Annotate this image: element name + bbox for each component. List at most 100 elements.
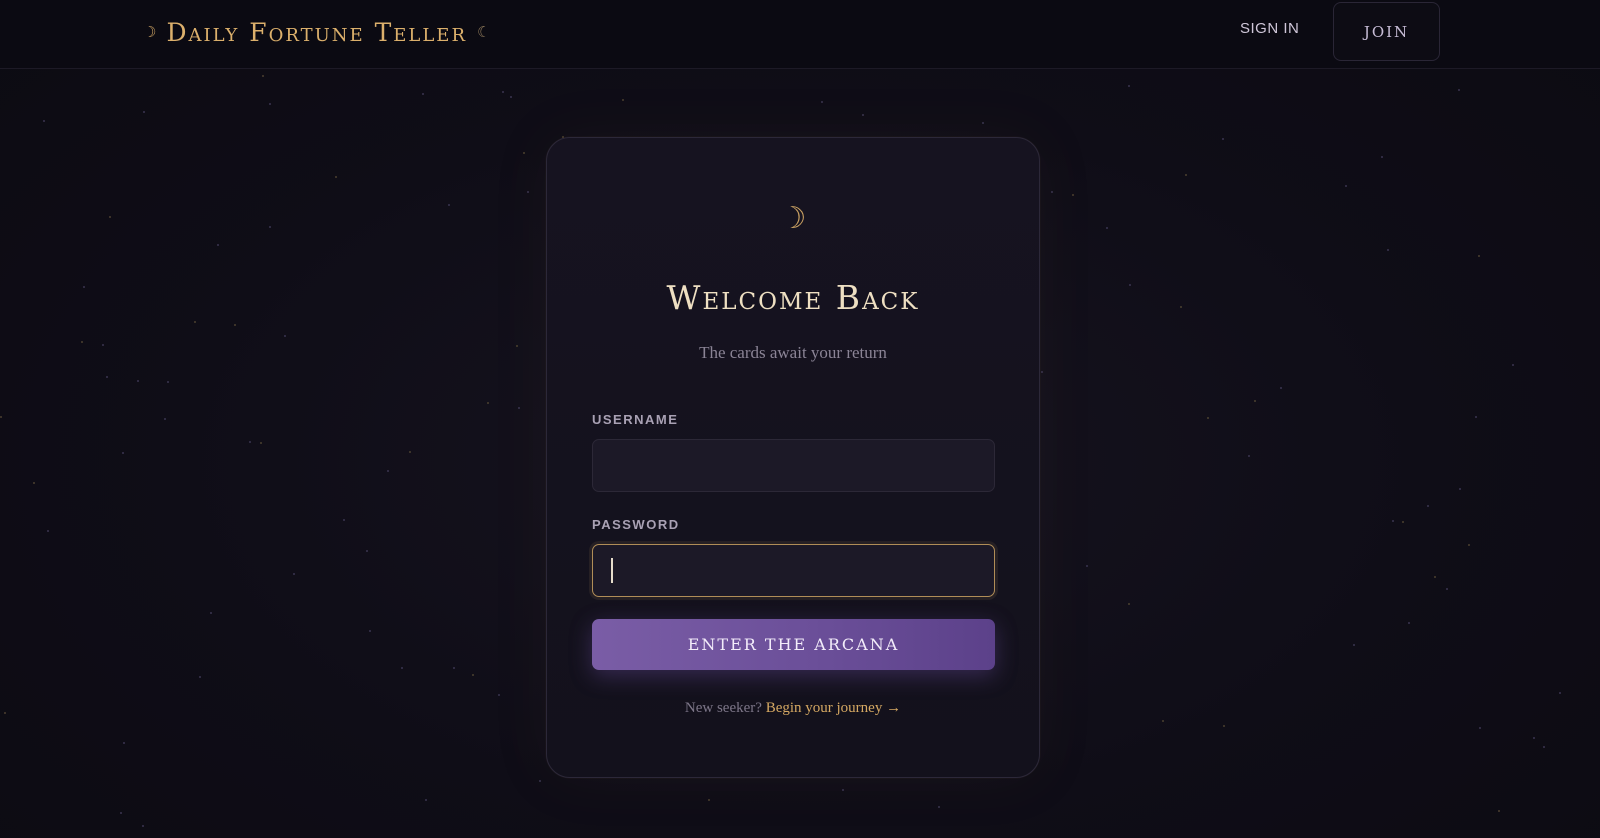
password-input[interactable] <box>592 544 995 597</box>
star-dot <box>1041 371 1043 373</box>
star-dot <box>422 93 424 95</box>
star-dot <box>1475 416 1477 418</box>
brand-logo[interactable]: ☽ Daily Fortune Teller ☾ <box>143 14 490 50</box>
nav-sign-in-link[interactable]: SIGN IN <box>1240 20 1299 44</box>
star-dot <box>81 341 83 343</box>
star-dot <box>425 799 427 801</box>
star-dot <box>1345 185 1347 187</box>
star-dot <box>4 712 6 714</box>
star-dot <box>1051 191 1053 193</box>
star-dot <box>516 345 518 347</box>
star-dot <box>33 482 35 484</box>
signup-prompt-text: New seeker? <box>684 700 762 716</box>
star-dot <box>1468 544 1470 546</box>
star-dot <box>982 122 984 124</box>
star-dot <box>1106 227 1108 229</box>
page-title: Welcome Back <box>666 278 920 317</box>
star-dot <box>293 573 295 575</box>
star-dot <box>1446 588 1448 590</box>
star-dot <box>1427 505 1429 507</box>
username-input[interactable] <box>592 439 995 492</box>
star-dot <box>842 789 844 791</box>
star-dot <box>1180 306 1182 308</box>
star-dot <box>821 101 823 103</box>
star-dot <box>1207 417 1209 419</box>
submit-button[interactable]: ENTER THE ARCANA <box>592 619 995 670</box>
star-dot <box>1128 603 1130 605</box>
nav-join-button[interactable]: JOIN <box>1333 2 1440 61</box>
star-dot <box>102 344 104 346</box>
crescent-moon-icon: ☾ <box>477 23 491 41</box>
star-dot <box>487 402 489 404</box>
star-dot <box>938 806 940 808</box>
star-dot <box>539 780 541 782</box>
star-dot <box>269 226 271 228</box>
star-dot <box>143 111 145 113</box>
star-dot <box>1392 520 1394 522</box>
star-dot <box>262 75 264 77</box>
password-label: PASSWORD <box>592 517 680 532</box>
star-dot <box>343 519 345 521</box>
star-dot <box>523 152 525 154</box>
star-dot <box>1248 455 1250 457</box>
star-dot <box>1543 746 1545 748</box>
star-dot <box>1434 576 1436 578</box>
star-dot <box>1353 644 1355 646</box>
star-dot <box>387 470 389 472</box>
star-dot <box>284 335 286 337</box>
star-dot <box>1072 194 1074 196</box>
star-dot <box>234 324 236 326</box>
star-dot <box>167 381 169 383</box>
star-dot <box>518 407 520 409</box>
star-dot <box>502 91 504 93</box>
star-dot <box>472 674 474 676</box>
star-dot <box>1498 810 1500 812</box>
star-dot <box>401 667 403 669</box>
star-dot <box>1128 85 1130 87</box>
signup-prompt: New seeker? Begin your journey → <box>547 700 1039 717</box>
star-dot <box>1222 138 1224 140</box>
star-dot <box>123 742 125 744</box>
star-dot <box>164 418 166 420</box>
star-dot <box>217 244 219 246</box>
star-dot <box>708 799 710 801</box>
star-dot <box>1129 284 1131 286</box>
star-dot <box>47 530 49 532</box>
star-dot <box>199 676 201 678</box>
begin-journey-link[interactable]: Begin your journey → <box>766 700 901 716</box>
page-subtitle: The cards await your return <box>699 343 887 362</box>
star-dot <box>1185 174 1187 176</box>
crescent-moon-icon: ☽ <box>779 201 807 236</box>
star-dot <box>249 441 251 443</box>
star-dot <box>142 825 144 827</box>
star-dot <box>106 376 108 378</box>
star-dot <box>1458 89 1460 91</box>
star-dot <box>109 216 111 218</box>
star-dot <box>120 812 122 814</box>
star-dot <box>1086 565 1088 567</box>
star-dot <box>83 286 85 288</box>
star-dot <box>1223 725 1225 727</box>
star-dot <box>1402 521 1404 523</box>
brand-title: Daily Fortune Teller <box>166 17 468 47</box>
star-dot <box>498 694 500 696</box>
star-dot <box>260 442 262 444</box>
star-dot <box>137 380 139 382</box>
star-dot <box>448 204 450 206</box>
star-dot <box>194 321 196 323</box>
star-dot <box>1512 364 1514 366</box>
star-dot <box>269 103 271 105</box>
star-dot <box>335 176 337 178</box>
top-navbar: ☽ Daily Fortune Teller ☾ SIGN IN JOIN <box>0 0 1600 69</box>
star-dot <box>510 96 512 98</box>
star-dot <box>1280 387 1282 389</box>
text-cursor <box>611 558 613 583</box>
username-label: USERNAME <box>592 412 679 427</box>
star-dot <box>1408 622 1410 624</box>
star-dot <box>0 416 2 418</box>
star-dot <box>1478 255 1480 257</box>
star-dot <box>43 120 45 122</box>
star-dot <box>1533 737 1535 739</box>
star-dot <box>1479 727 1481 729</box>
star-dot <box>409 451 411 453</box>
